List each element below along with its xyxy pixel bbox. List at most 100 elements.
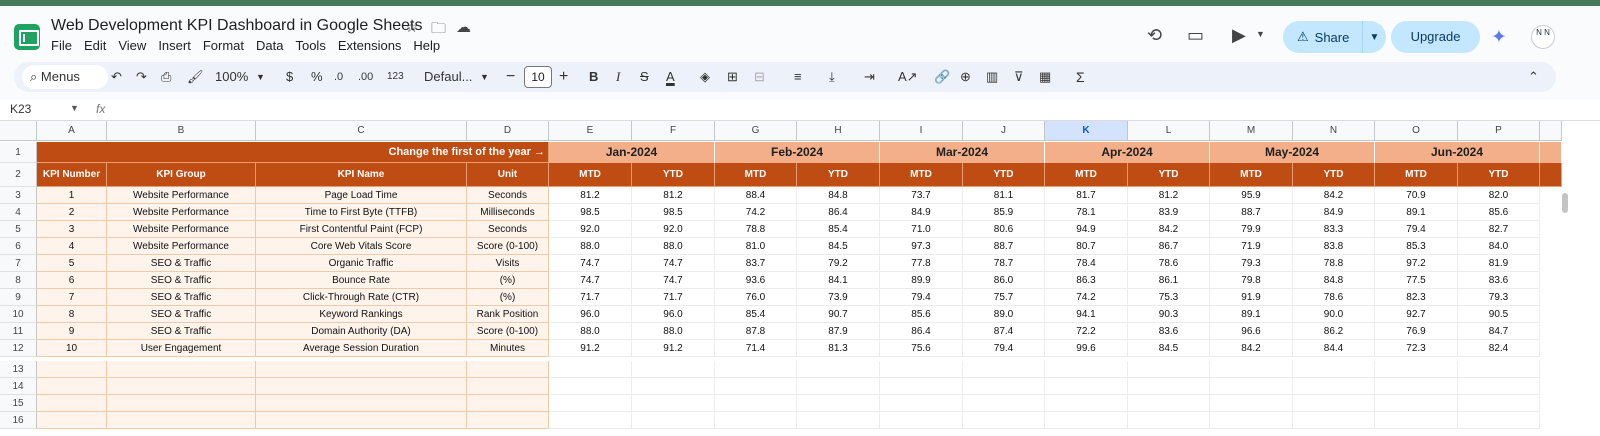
column-header-m[interactable]: M — [1210, 121, 1293, 141]
kpi-name-cell[interactable]: Average Session Duration — [256, 340, 467, 357]
bold-button[interactable]: B — [589, 62, 598, 92]
kpi-value-cell[interactable]: 84.9 — [880, 204, 963, 221]
kpi-value-cell[interactable]: 95.9 — [1210, 187, 1293, 204]
kpi-value-cell[interactable]: 71.7 — [632, 289, 715, 306]
increase-font-size-icon[interactable]: + — [559, 62, 568, 92]
kpi-group-cell[interactable]: User Engagement — [107, 340, 256, 357]
kpi-value-cell[interactable]: 81.2 — [1128, 187, 1210, 204]
currency-format-button[interactable]: $ — [286, 62, 293, 92]
kpi-value-cell[interactable]: 84.2 — [1293, 187, 1375, 204]
kpi-value-cell[interactable]: 79.3 — [1458, 289, 1540, 306]
kpi-name-cell[interactable]: Organic Traffic — [256, 255, 467, 272]
column-header-a[interactable]: A — [37, 121, 107, 141]
kpi-value-cell[interactable]: 94.9 — [1045, 221, 1128, 238]
column-header-b[interactable]: B — [107, 121, 256, 141]
filter-icon[interactable]: ⊽ — [1014, 62, 1024, 92]
sheets-logo-icon[interactable] — [14, 24, 40, 50]
kpi-name-cell[interactable]: Keyword Rankings — [256, 306, 467, 323]
kpi-unit-cell[interactable]: Score (0-100) — [467, 323, 549, 340]
kpi-value-cell[interactable]: 87.9 — [797, 323, 880, 340]
empty-cell[interactable] — [107, 395, 256, 412]
kpi-unit-cell[interactable]: Rank Position — [467, 306, 549, 323]
kpi-unit-cell[interactable]: (%) — [467, 289, 549, 306]
empty-cell[interactable] — [1210, 361, 1293, 378]
empty-cell[interactable] — [1375, 361, 1458, 378]
kpi-value-cell[interactable]: 79.9 — [1210, 221, 1293, 238]
kpi-unit-cell[interactable]: Seconds — [467, 187, 549, 204]
name-box[interactable]: K23 — [10, 102, 31, 116]
kpi-value-cell[interactable]: 85.6 — [880, 306, 963, 323]
kpi-value-cell[interactable]: 89.1 — [1210, 306, 1293, 323]
kpi-value-cell[interactable]: 71.0 — [880, 221, 963, 238]
gemini-sparkle-icon[interactable]: ✦ — [1491, 26, 1507, 49]
row-header-15[interactable]: 15 — [0, 395, 37, 412]
empty-cell[interactable] — [1375, 395, 1458, 412]
empty-cell[interactable] — [797, 378, 880, 395]
kpi-value-cell[interactable]: 72.2 — [1045, 323, 1128, 340]
menu-edit[interactable]: Edit — [84, 38, 106, 53]
kpi-value-cell[interactable]: 92.7 — [1375, 306, 1458, 323]
row-header-3[interactable]: 3 — [0, 187, 37, 204]
kpi-num-cell[interactable]: 2 — [37, 204, 107, 221]
kpi-value-cell[interactable]: 84.7 — [1458, 323, 1540, 340]
kpi-unit-cell[interactable]: (%) — [467, 272, 549, 289]
kpi-value-cell[interactable]: 90.0 — [1293, 306, 1375, 323]
insert-chart-icon[interactable]: ▥ — [986, 62, 998, 92]
kpi-value-cell[interactable]: 81.2 — [632, 187, 715, 204]
kpi-group-cell[interactable]: Website Performance — [107, 204, 256, 221]
text-wrapping-icon[interactable]: ⇥ — [864, 62, 875, 92]
kpi-num-cell[interactable]: 9 — [37, 323, 107, 340]
empty-cell[interactable] — [1210, 395, 1293, 412]
kpi-value-cell[interactable]: 86.3 — [1045, 272, 1128, 289]
column-header-d[interactable]: D — [467, 121, 549, 141]
empty-cell[interactable] — [1293, 395, 1375, 412]
kpi-value-cell[interactable]: 96.0 — [549, 306, 632, 323]
empty-cell[interactable] — [632, 412, 715, 429]
kpi-value-cell[interactable]: 92.0 — [549, 221, 632, 238]
kpi-value-cell[interactable]: 84.2 — [1128, 221, 1210, 238]
kpi-value-cell[interactable]: 85.9 — [963, 204, 1045, 221]
menu-format[interactable]: Format — [203, 38, 244, 53]
empty-cell[interactable] — [1045, 361, 1128, 378]
empty-cell[interactable] — [880, 378, 963, 395]
empty-cell[interactable] — [1128, 395, 1210, 412]
kpi-value-cell[interactable]: 84.2 — [1210, 340, 1293, 357]
star-icon[interactable]: ☆ — [405, 18, 418, 36]
collapse-toolbar-icon[interactable]: ⌃ — [1528, 62, 1539, 92]
kpi-value-cell[interactable]: 84.9 — [1293, 204, 1375, 221]
strikethrough-icon[interactable]: S — [640, 62, 649, 92]
kpi-value-cell[interactable]: 85.3 — [1375, 238, 1458, 255]
row-header-2[interactable]: 2 — [0, 163, 37, 187]
paint-format-icon[interactable]: 🖌 — [187, 62, 204, 92]
kpi-group-cell[interactable]: SEO & Traffic — [107, 272, 256, 289]
kpi-value-cell[interactable]: 85.4 — [715, 306, 797, 323]
chevron-down-icon[interactable]: ▼ — [1256, 29, 1265, 39]
kpi-num-cell[interactable]: 10 — [37, 340, 107, 357]
row-header-5[interactable]: 5 — [0, 221, 37, 238]
empty-cell[interactable] — [467, 412, 549, 429]
kpi-value-cell[interactable]: 71.7 — [549, 289, 632, 306]
empty-cell[interactable] — [963, 361, 1045, 378]
empty-cell[interactable] — [256, 378, 467, 395]
kpi-value-cell[interactable]: 93.6 — [715, 272, 797, 289]
font-select[interactable]: Defaul... — [424, 62, 472, 92]
column-header-g[interactable]: G — [715, 121, 797, 141]
zoom-chevron-icon[interactable]: ▼ — [256, 62, 265, 92]
kpi-value-cell[interactable]: 75.3 — [1128, 289, 1210, 306]
empty-cell[interactable] — [1293, 378, 1375, 395]
empty-cell[interactable] — [1045, 412, 1128, 429]
column-header-e[interactable]: E — [549, 121, 632, 141]
empty-cell[interactable] — [715, 395, 797, 412]
row-header-16[interactable]: 16 — [0, 412, 37, 429]
kpi-name-cell[interactable]: Click-Through Rate (CTR) — [256, 289, 467, 306]
kpi-value-cell[interactable]: 84.8 — [797, 187, 880, 204]
vertical-align-icon[interactable]: ⤓ — [829, 62, 835, 92]
kpi-unit-cell[interactable]: Seconds — [467, 221, 549, 238]
kpi-value-cell[interactable]: 85.4 — [797, 221, 880, 238]
kpi-unit-cell[interactable]: Visits — [467, 255, 549, 272]
empty-cell[interactable] — [1045, 395, 1128, 412]
kpi-group-cell[interactable]: Website Performance — [107, 221, 256, 238]
column-header-o[interactable]: O — [1375, 121, 1458, 141]
kpi-value-cell[interactable]: 74.7 — [632, 272, 715, 289]
kpi-value-cell[interactable]: 74.7 — [632, 255, 715, 272]
